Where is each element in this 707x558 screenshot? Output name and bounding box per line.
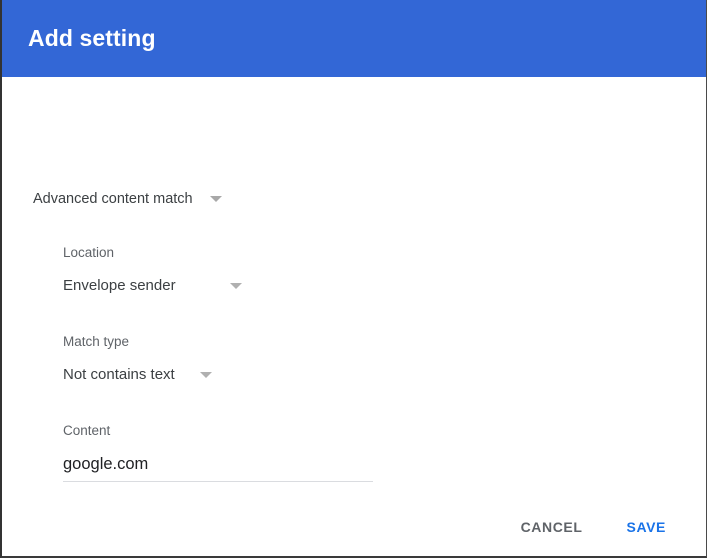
location-value: Envelope sender bbox=[63, 275, 176, 297]
match-type-select[interactable]: Not contains text bbox=[63, 364, 212, 386]
dialog-header: Add setting bbox=[2, 0, 706, 77]
save-button[interactable]: SAVE bbox=[617, 511, 677, 543]
chevron-down-icon bbox=[230, 283, 242, 289]
content-label: Content bbox=[63, 422, 373, 440]
chevron-down-icon bbox=[200, 372, 212, 378]
location-select[interactable]: Envelope sender bbox=[63, 275, 242, 297]
field-group-match-type: Match type Not contains text bbox=[63, 333, 212, 386]
dialog-title: Add setting bbox=[28, 27, 156, 50]
cancel-button[interactable]: CANCEL bbox=[511, 511, 593, 543]
setting-type-value: Advanced content match bbox=[33, 189, 193, 209]
add-setting-dialog: Add setting Advanced content match Locat… bbox=[0, 0, 707, 558]
dialog-footer: CANCEL SAVE bbox=[2, 498, 706, 556]
dialog-body: Advanced content match Location Envelope… bbox=[2, 77, 706, 498]
match-type-value: Not contains text bbox=[63, 364, 175, 386]
chevron-down-icon bbox=[210, 196, 222, 202]
field-group-content: Content bbox=[63, 422, 373, 482]
match-type-label: Match type bbox=[63, 333, 212, 351]
field-group-location: Location Envelope sender bbox=[63, 244, 242, 297]
location-label: Location bbox=[63, 244, 242, 262]
content-input[interactable] bbox=[63, 453, 373, 482]
setting-type-dropdown[interactable]: Advanced content match bbox=[33, 189, 222, 209]
